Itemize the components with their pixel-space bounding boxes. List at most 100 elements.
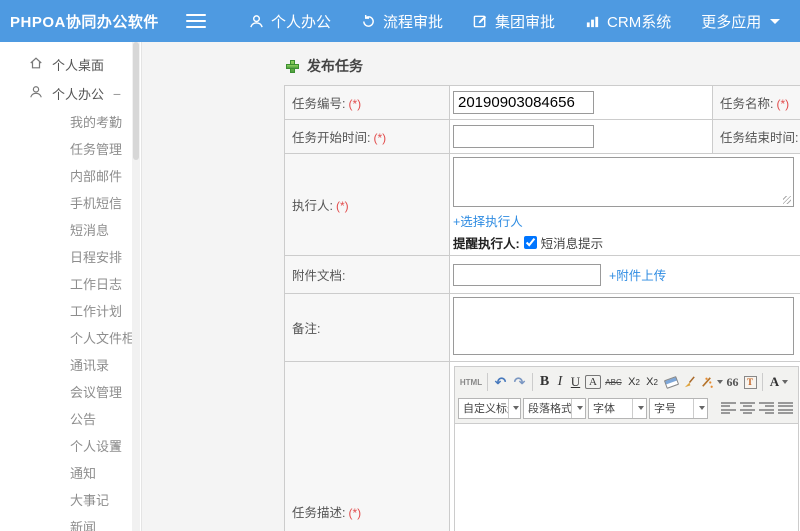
sidebar-item-memorabilia[interactable]: 大事记 xyxy=(0,486,141,513)
sidebar-item-internal-mail[interactable]: 内部邮件 xyxy=(0,162,141,189)
task-number-input[interactable] xyxy=(453,91,594,114)
sidebar-item-label: 工作计划 xyxy=(70,304,123,319)
form-row-attachment: 附件文档: +附件上传 xyxy=(284,255,800,294)
form-row-executor: 执行人: (*) +选择执行人 提醒执行人: 短消息提示 xyxy=(284,153,800,256)
executor-textarea[interactable] xyxy=(453,157,794,207)
required-marker: (*) xyxy=(373,131,387,145)
sidebar-scrollbar[interactable] xyxy=(132,42,140,531)
rich-text-editor: HTML ↶ ↷ B I U A ABC X2 X2 66 T A 自定义标 段… xyxy=(454,366,799,531)
sidebar-item-news[interactable]: 新闻 xyxy=(0,513,141,531)
form-row-remark: 备注: xyxy=(284,293,800,362)
bold-button[interactable]: B xyxy=(537,372,552,392)
blockquote-button[interactable]: 66 xyxy=(725,372,740,392)
task-number-label: 任务编号: xyxy=(292,97,346,111)
font-family-dropdown[interactable]: 字体 xyxy=(588,397,647,419)
sidebar-item-schedule[interactable]: 日程安排 xyxy=(0,243,141,270)
user-icon xyxy=(29,85,43,102)
custom-title-dropdown[interactable]: 自定义标题 xyxy=(458,397,521,419)
sidebar-scrollbar-thumb[interactable] xyxy=(133,42,139,160)
sidebar-item-label: 通知 xyxy=(70,466,97,481)
sidebar-item-label: 个人办公 xyxy=(52,87,105,102)
redo-button[interactable]: ↷ xyxy=(511,372,528,392)
sidebar-item-personal-settings[interactable]: 个人设置 + xyxy=(0,432,141,459)
sidebar-item-label: 工作日志 xyxy=(70,277,123,292)
nav-personal-office[interactable]: 个人办公 xyxy=(234,0,346,42)
sidebar-item-work-log[interactable]: 工作日志 xyxy=(0,270,141,297)
sidebar-item-desktop[interactable]: 个人桌面 xyxy=(0,50,141,79)
font-name-button[interactable]: A xyxy=(585,375,601,389)
align-left-icon[interactable] xyxy=(721,401,736,415)
align-right-icon[interactable] xyxy=(759,401,774,415)
sidebar-item-task-management[interactable]: 任务管理 xyxy=(0,135,141,162)
sidebar-item-label: 内部邮件 xyxy=(70,169,123,184)
chevron-down-icon xyxy=(717,380,723,384)
required-marker: (*) xyxy=(335,199,349,213)
superscript-button[interactable]: X2 xyxy=(626,372,642,392)
sidebar-item-contacts[interactable]: 通讯录 xyxy=(0,351,141,378)
form-row-task-number: 任务编号:(*) 任务名称:(*) xyxy=(284,85,800,120)
undo-button[interactable]: ↶ xyxy=(492,372,509,392)
form-row-description: 任务描述: (*) HTML ↶ ↷ B I U A ABC X 2 X 2 6… xyxy=(284,361,800,531)
sms-remind-checkbox[interactable] xyxy=(523,236,537,249)
font-color-button[interactable]: A xyxy=(767,372,791,392)
attachment-input[interactable] xyxy=(453,263,601,286)
sms-remind-label: 短消息提示 xyxy=(540,237,604,251)
clear-format-broom-icon[interactable] xyxy=(682,372,697,392)
app-logo: PHPOA协同办公软件 xyxy=(10,13,159,31)
remark-textarea[interactable] xyxy=(453,297,794,355)
sidebar-item-label: 手机短信 xyxy=(70,196,123,211)
remove-format-eraser-icon[interactable] xyxy=(662,372,680,392)
sidebar-item-label: 大事记 xyxy=(70,493,110,508)
select-executor-link[interactable]: +选择执行人 xyxy=(453,215,523,229)
chevron-down-icon xyxy=(782,380,789,384)
process-icon xyxy=(361,14,376,29)
subscript-button[interactable]: X2 xyxy=(644,372,660,392)
attachment-label: 附件文档: xyxy=(292,269,346,283)
required-marker: (*) xyxy=(776,97,790,111)
collapse-minus-icon[interactable]: − xyxy=(113,87,121,101)
expand-plus-icon[interactable]: + xyxy=(113,439,121,453)
hamburger-menu-icon[interactable] xyxy=(186,14,206,28)
bar-chart-icon xyxy=(585,14,600,29)
nav-label: CRM系统 xyxy=(607,13,672,31)
start-time-label: 任务开始时间: xyxy=(292,131,371,145)
italic-button[interactable]: I xyxy=(554,372,566,392)
nav-group-approval[interactable]: 集团审批 xyxy=(458,0,570,42)
sidebar-item-meeting-management[interactable]: 会议管理 xyxy=(0,378,141,405)
nav-more-apps[interactable]: 更多应用 xyxy=(686,0,795,42)
nav-label: 更多应用 xyxy=(701,13,762,31)
attachment-upload-link[interactable]: +附件上传 xyxy=(609,265,666,284)
align-center-icon[interactable] xyxy=(740,401,755,415)
nav-process-approval[interactable]: 流程审批 xyxy=(346,0,458,42)
html-source-button[interactable]: HTML xyxy=(459,372,483,392)
chevron-down-icon xyxy=(577,406,584,410)
sidebar-item-mobile-sms[interactable]: 手机短信 xyxy=(0,189,141,216)
paragraph-format-dropdown[interactable]: 段落格式 xyxy=(523,397,586,419)
sidebar-item-announcement[interactable]: 公告 xyxy=(0,405,141,432)
quick-format-wand-icon[interactable] xyxy=(699,372,723,392)
align-justify-icon[interactable] xyxy=(778,401,793,415)
strikethrough-button[interactable]: ABC xyxy=(603,372,624,392)
sidebar-item-personal-office[interactable]: 个人办公 − xyxy=(0,79,141,108)
sidebar-item-personal-files[interactable]: 个人文件柜 xyxy=(0,324,141,351)
font-size-dropdown[interactable]: 字号 xyxy=(649,397,708,419)
editor-content-area[interactable] xyxy=(455,424,798,531)
required-marker: (*) xyxy=(348,97,362,111)
chevron-down-icon xyxy=(770,18,781,24)
sidebar-item-short-message[interactable]: 短消息 xyxy=(0,216,141,243)
underline-button[interactable]: U xyxy=(568,372,583,392)
sidebar-item-label: 新闻 xyxy=(70,520,97,531)
sidebar-item-label: 个人桌面 xyxy=(52,58,105,73)
sidebar-item-work-plan[interactable]: 工作计划 xyxy=(0,297,141,324)
sidebar-item-label: 会议管理 xyxy=(70,385,123,400)
nav-crm-system[interactable]: CRM系统 xyxy=(570,0,686,42)
top-header: PHPOA协同办公软件 个人办公 流程审批 集团审批 CRM系统 更多应用 xyxy=(0,0,800,42)
sidebar-item-label: 日程安排 xyxy=(70,250,123,265)
task-name-label: 任务名称: xyxy=(720,97,774,111)
description-label: 任务描述: xyxy=(292,506,346,520)
sidebar-item-my-attendance[interactable]: 我的考勤 xyxy=(0,108,141,135)
paste-from-word-icon[interactable]: T xyxy=(742,372,758,392)
end-time-label: 任务结束时间: xyxy=(720,131,799,145)
start-time-input[interactable] xyxy=(453,125,594,148)
sidebar-item-notice[interactable]: 通知 xyxy=(0,459,141,486)
